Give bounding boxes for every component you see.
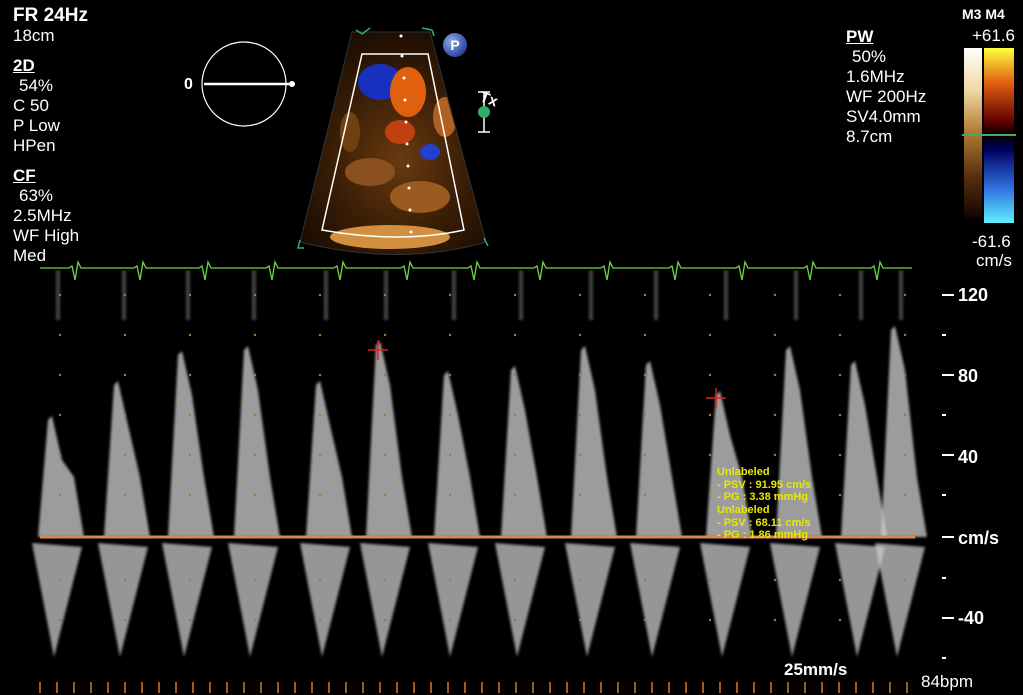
orientation-indicator (201, 41, 295, 127)
frame-rate: FR 24Hz (13, 5, 88, 26)
mode-cf-frequency: 2.5MHz (13, 206, 72, 225)
probe-label: M3 M4 (962, 6, 1005, 22)
sweep-speed: 25mm/s (784, 660, 848, 679)
orientation-angle: 0 (184, 76, 193, 93)
mode-pw-title: PW (846, 27, 874, 46)
scale-label-unit: cm/s (958, 528, 1000, 548)
color-bar-max: +61.6 (972, 26, 1016, 45)
mode-pw-depth: 8.7cm (846, 127, 893, 146)
right-parameter-panel: PW 50% 1.6MHz WF 200Hz SV4.0mm 8.7cm (846, 27, 926, 147)
spectral-doppler (32, 270, 954, 693)
measurement-1-psv: - PSV : 91.95 cm/s (717, 478, 812, 491)
scale-label-80: 80 (958, 366, 979, 386)
color-flow-sector (297, 27, 489, 255)
scale-label-120: 120 (958, 285, 989, 305)
heart-rate: 84bpm (921, 672, 973, 691)
measurement-2-pg: - PG : 1.86 mmHg (717, 529, 809, 542)
measurement-1-label: Unlabeled (717, 466, 770, 478)
mode-cf-title: CF (13, 166, 36, 185)
mode-2d-gain: 54% (19, 76, 54, 95)
mode-2d-title: 2D (13, 56, 35, 75)
mode-cf-wall-filter: WF High (13, 226, 80, 245)
depth: 18cm (13, 26, 55, 45)
mode-cf-gain: 63% (19, 186, 54, 205)
ultrasound-screen: FR 24Hz 18cm 2D 54% C 50 P Low HPen CF 6… (0, 0, 1023, 695)
mode-2d-compression: C 50 (13, 96, 49, 115)
left-parameter-panel: FR 24Hz 18cm 2D 54% C 50 P Low HPen CF 6… (13, 6, 88, 266)
mode-pw-gain: 50% (852, 47, 887, 66)
measurement-2-psv: - PSV : 68.11 cm/s (717, 516, 811, 529)
mode-pw-sample-volume: SV4.0mm (846, 107, 921, 126)
p-badge-label: P (450, 37, 460, 53)
scale-label-40: 40 (958, 447, 979, 467)
cursor-1-icon (368, 340, 388, 360)
mode-pw-wall-filter: WF 200Hz (846, 87, 927, 106)
scale-label-neg40: -40 (958, 608, 985, 628)
p-badge-icon: P (443, 33, 467, 57)
measurement-2-label: Unlabeled (717, 503, 770, 516)
mode-2d-harmonic: HPen (13, 136, 56, 155)
mode-2d-power: P Low (13, 116, 60, 135)
measurement-readout: Unlabeled - PSV : 91.95 cm/s - PG : 3.38… (717, 466, 811, 542)
mode-pw-frequency: 1.6MHz (846, 67, 905, 86)
color-bar-grayscale (964, 48, 982, 218)
color-bar (962, 48, 1016, 223)
color-bar-min: -61.6 (972, 232, 1011, 251)
measurement-1-pg: - PG : 3.38 mmHg (717, 491, 809, 504)
